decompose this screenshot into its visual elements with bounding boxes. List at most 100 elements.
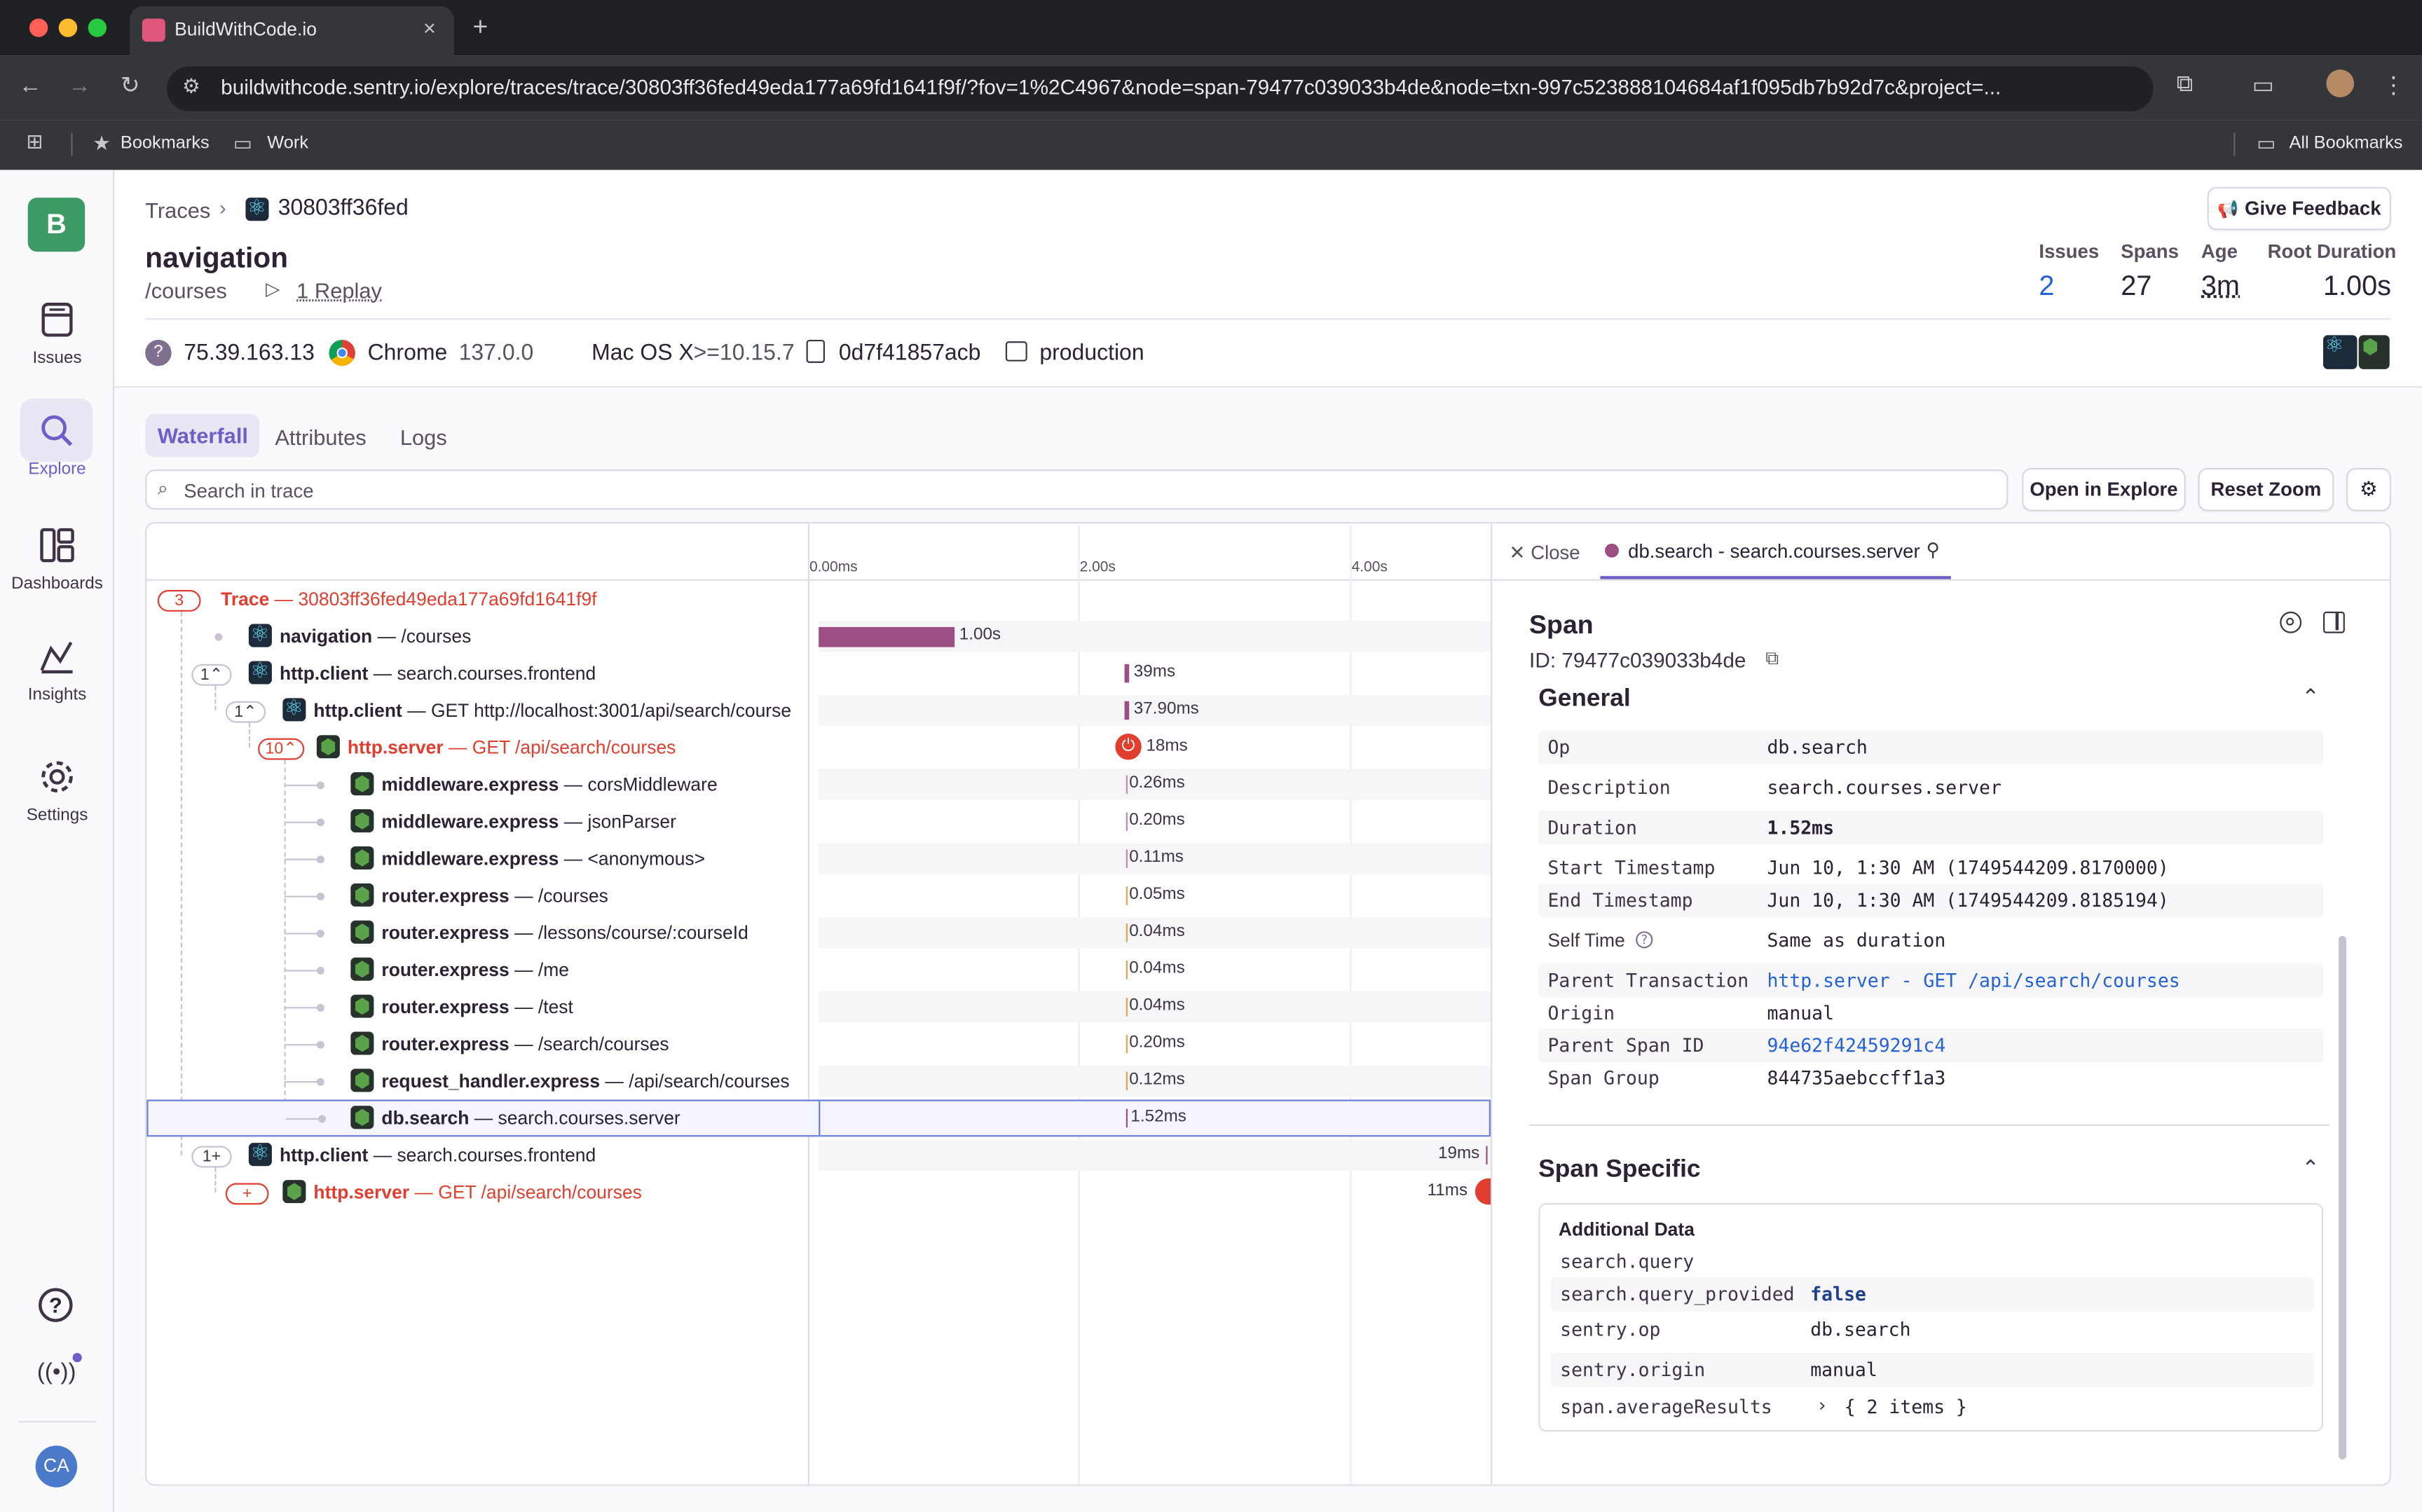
profile-avatar[interactable] xyxy=(2326,69,2355,97)
trace-row[interactable]: 10⌃ http.server — GET /api/search/course… xyxy=(146,729,1491,766)
chevron-up-icon[interactable]: ⌃ xyxy=(2301,1155,2320,1181)
user-avatar[interactable]: CA xyxy=(35,1445,78,1487)
stat-issues-value[interactable]: 2 xyxy=(2039,270,2054,303)
error-fire-icon[interactable]: ⏻ xyxy=(1115,734,1142,760)
menu-kebab-icon[interactable]: ⋮ xyxy=(2382,71,2405,99)
forward-icon[interactable]: → xyxy=(68,73,91,99)
give-feedback-button[interactable]: 📢 Give Feedback xyxy=(2207,186,2391,231)
chevron-up-icon[interactable]: ⌃ xyxy=(2301,685,2320,710)
close-tab-icon[interactable]: × xyxy=(423,15,436,40)
apps-grid-icon[interactable]: ⊞ xyxy=(26,130,43,154)
trace-row[interactable]: router.express — /search/courses 0.20ms xyxy=(146,1026,1491,1063)
span-bar[interactable] xyxy=(1126,1108,1128,1128)
replay-link[interactable]: 1 Replay xyxy=(296,278,382,303)
span-bar[interactable] xyxy=(1126,1071,1128,1091)
minimize-window-icon[interactable] xyxy=(58,18,78,37)
span-bar[interactable] xyxy=(1126,961,1128,980)
trace-settings-gear-icon[interactable]: ⚙ xyxy=(2346,467,2391,511)
trace-row[interactable]: router.express — /courses 0.05ms xyxy=(146,877,1491,914)
sidebar-item-issues[interactable]: Issues xyxy=(0,300,114,368)
tab-logs[interactable]: Logs xyxy=(400,425,447,449)
help-icon[interactable]: ? xyxy=(39,1288,73,1322)
span-bar[interactable] xyxy=(1126,812,1128,831)
trace-row[interactable]: + http.server — GET /api/search/courses … xyxy=(146,1174,1491,1211)
panel-tab-label[interactable]: db.search - search.courses.server xyxy=(1628,541,1920,563)
span-bar[interactable] xyxy=(1126,923,1128,942)
extensions-icon[interactable]: ⧉ xyxy=(2177,71,2194,97)
browser-tab[interactable]: BuildWithCode.io × xyxy=(130,6,455,56)
trace-row[interactable]: router.express — /me 0.04ms xyxy=(146,951,1491,989)
row-badge[interactable]: + xyxy=(225,1183,269,1205)
site-info-icon[interactable]: ⚙ xyxy=(182,74,200,99)
trace-row[interactable]: 1+ http.client — search.courses.frontend… xyxy=(146,1136,1491,1174)
trace-row[interactable]: navigation — /courses 1.00s xyxy=(146,618,1491,655)
error-fire-icon[interactable] xyxy=(1475,1178,1491,1205)
bookmark-bookmarks[interactable]: Bookmarks xyxy=(121,135,210,153)
maximize-window-icon[interactable] xyxy=(88,18,107,37)
open-in-explore-button[interactable]: Open in Explore xyxy=(2022,467,2186,511)
trace-row[interactable]: 3 Trace — 30803ff36fed49eda177a69fd1641f… xyxy=(146,581,1491,618)
row-badge[interactable]: 10⌃ xyxy=(258,738,305,760)
search-input[interactable]: ⌕ Search in trace xyxy=(145,469,2009,510)
row-badge[interactable]: 1⌃ xyxy=(225,701,266,723)
trace-row[interactable]: middleware.express — <anonymous> 0.11ms xyxy=(146,840,1491,877)
span-bar[interactable] xyxy=(1124,664,1130,683)
all-bookmarks[interactable]: All Bookmarks xyxy=(2289,135,2402,153)
close-window-icon[interactable] xyxy=(29,18,48,37)
tag-device[interactable]: 0d7f41857acb xyxy=(839,341,981,366)
panel-scrollbar[interactable] xyxy=(2339,935,2347,1460)
trace-row[interactable]: middleware.express — corsMiddleware 0.26… xyxy=(146,766,1491,803)
span-bar[interactable] xyxy=(819,626,955,647)
span-bar[interactable] xyxy=(1126,849,1128,868)
bookmark-work[interactable]: Work xyxy=(267,135,308,153)
reload-icon[interactable]: ↻ xyxy=(121,71,140,99)
help-icon[interactable]: ? xyxy=(1636,931,1653,949)
back-icon[interactable]: ← xyxy=(18,73,41,99)
tag-os[interactable]: Mac OS X xyxy=(591,341,694,366)
reset-zoom-button[interactable]: Reset Zoom xyxy=(2198,467,2334,511)
trace-row[interactable]: middleware.express — jsonParser 0.20ms xyxy=(146,803,1491,840)
new-tab-icon[interactable]: + xyxy=(472,13,488,43)
kv-value[interactable]: { 2 items } xyxy=(1845,1396,1967,1418)
copy-icon[interactable]: ⧉ xyxy=(1765,647,1779,671)
row-badge[interactable]: 1+ xyxy=(191,1146,232,1168)
span-bar[interactable] xyxy=(1126,775,1128,795)
target-icon[interactable] xyxy=(2280,611,2302,633)
trace-row[interactable]: 1⌃ http.client — search.courses.frontend… xyxy=(146,655,1491,692)
breadcrumb-traces[interactable]: Traces xyxy=(145,198,210,222)
sidebar-item-dashboards[interactable]: Dashboards xyxy=(0,525,114,593)
node-platform-icon xyxy=(350,772,374,796)
span-bar[interactable] xyxy=(1126,1034,1128,1054)
parent-transaction-link[interactable]: http.server - GET /api/search/courses xyxy=(1767,970,2180,991)
sidebar-item-settings[interactable]: Settings xyxy=(0,757,114,825)
tag-browser[interactable]: Chrome xyxy=(368,341,448,366)
address-bar[interactable]: ⚙ buildwithcode.sentry.io/explore/traces… xyxy=(167,66,2154,111)
broadcast-icon[interactable]: ((•)) xyxy=(37,1359,76,1385)
span-bar[interactable] xyxy=(1124,701,1130,720)
panel-layout-icon[interactable] xyxy=(2322,611,2345,633)
org-avatar[interactable]: B xyxy=(27,198,85,252)
span-bar[interactable] xyxy=(1126,886,1128,905)
row-badge[interactable]: 1⌃ xyxy=(191,664,232,686)
reading-mode-icon[interactable]: ▭ xyxy=(2252,71,2274,99)
panel-divider[interactable] xyxy=(1490,523,1493,1485)
span-bar[interactable] xyxy=(1126,997,1128,1017)
tag-ip[interactable]: 75.39.163.13 xyxy=(184,341,315,366)
trace-row[interactable]: router.express — /test 0.04ms xyxy=(146,989,1491,1026)
trace-row[interactable]: request_handler.express — /api/search/co… xyxy=(146,1063,1491,1100)
kv-row: Parent Span ID 94e62f42459291c4 xyxy=(1538,1029,2323,1063)
pin-icon[interactable]: ⚲ xyxy=(1927,539,1940,561)
sidebar-item-insights[interactable]: Insights xyxy=(0,636,114,704)
parent-span-link[interactable]: 94e62f42459291c4 xyxy=(1767,1035,1945,1057)
trace-row[interactable]: router.express — /lessons/course/:course… xyxy=(146,914,1491,951)
trace-row[interactable]: 1⌃ http.client — GET http://localhost:30… xyxy=(146,692,1491,729)
row-badge[interactable]: 3 xyxy=(157,590,201,612)
tag-environment[interactable]: production xyxy=(1039,341,1144,366)
sidebar-item-explore[interactable]: Explore xyxy=(0,411,114,479)
trace-row-selected[interactable]: db.search — search.courses.server 1.52ms xyxy=(146,1099,1491,1137)
tab-waterfall[interactable]: Waterfall xyxy=(158,423,248,448)
chevron-right-icon[interactable]: › xyxy=(1817,1394,1828,1416)
close-panel-button[interactable]: ✕ Close xyxy=(1509,541,1580,564)
tab-attributes[interactable]: Attributes xyxy=(275,425,366,449)
span-bar[interactable] xyxy=(1486,1146,1488,1165)
